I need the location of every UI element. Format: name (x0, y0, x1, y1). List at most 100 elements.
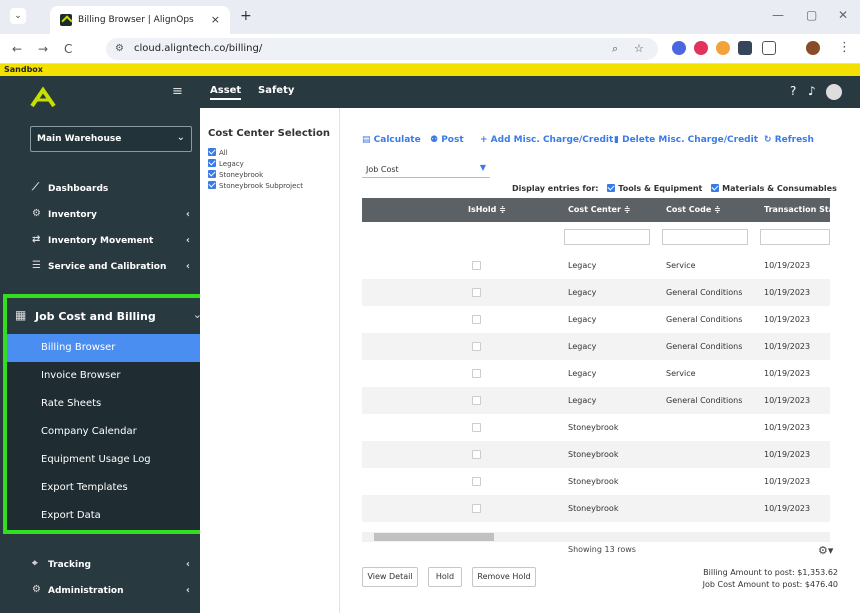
alignops-logo[interactable] (28, 86, 58, 108)
hold-button[interactable]: Hold (428, 567, 462, 587)
sidebar-item-job-cost-billing[interactable]: ▦ Job Cost and Billing ⌄ (7, 298, 212, 334)
checkbox-materials-consumables[interactable] (711, 184, 720, 192)
add-misc-charge-button[interactable]: + Add Misc. Charge/Credit (480, 135, 613, 145)
maximize-icon[interactable]: ▢ (806, 8, 817, 22)
user-avatar[interactable] (826, 84, 842, 100)
extension-icon-4[interactable] (738, 41, 752, 55)
submenu-rate-sheets[interactable]: Rate Sheets (7, 390, 212, 418)
horizontal-scroll-thumb[interactable] (374, 533, 494, 541)
ishold-checkbox[interactable] (472, 369, 481, 378)
url-text[interactable]: cloud.aligntech.co/billing/ (134, 43, 262, 54)
table-row[interactable]: Stoneybrook 10/19/2023 (362, 414, 830, 441)
browser-tab[interactable]: Billing Browser | AlignOps × (50, 6, 230, 34)
sidebar-item-tracking[interactable]: ⌖ Tracking ‹ (30, 554, 190, 576)
app-header: Asset Safety ? ♪ (200, 76, 860, 108)
transaction-date-cell: 10/19/2023 (764, 423, 811, 432)
close-window-icon[interactable]: ✕ (838, 8, 848, 22)
table-row[interactable]: Legacy Service 10/19/2023 (362, 360, 830, 387)
column-header-cost-center[interactable]: Cost Center ≑ (568, 205, 630, 214)
table-row[interactable]: Legacy General Conditions 10/19/2023 (362, 387, 830, 414)
cost-center-option-all[interactable]: All (208, 148, 228, 157)
ishold-checkbox[interactable] (472, 423, 481, 432)
new-tab-button[interactable]: + (240, 8, 252, 24)
submenu-export-data[interactable]: Export Data (7, 502, 212, 530)
ishold-checkbox[interactable] (472, 288, 481, 297)
transaction-date-cell: 10/19/2023 (764, 342, 811, 351)
column-header-cost-code[interactable]: Cost Code ≑ (666, 205, 721, 214)
table-row[interactable]: Stoneybrook 10/19/2023 (362, 468, 830, 495)
checkbox-tools-equipment[interactable] (607, 184, 616, 192)
transaction-date-cell: 10/19/2023 (764, 450, 811, 459)
ishold-checkbox[interactable] (472, 477, 481, 486)
sidebar-item-administration[interactable]: ⚙ Administration ‹ (30, 580, 190, 602)
calculate-button[interactable]: ▤ Calculate (362, 135, 421, 145)
tab-search-button[interactable]: ⌄ (10, 8, 26, 24)
ishold-checkbox[interactable] (472, 396, 481, 405)
submenu-equipment-usage-log[interactable]: Equipment Usage Log (7, 446, 212, 474)
table-row[interactable]: Legacy General Conditions 10/19/2023 (362, 306, 830, 333)
table-row[interactable]: Stoneybrook 10/19/2023 (362, 441, 830, 468)
refresh-button[interactable]: ↻ Refresh (764, 135, 814, 145)
table-row[interactable]: Stoneybrook 10/19/2023 (362, 495, 830, 522)
cost-code-cell: General Conditions (666, 315, 743, 324)
checkbox-checked[interactable] (208, 181, 216, 189)
trash-icon: ▮ (614, 135, 623, 145)
extension-icon-1[interactable] (672, 41, 686, 55)
column-header-ishold[interactable]: IsHold ≑ (468, 205, 506, 214)
ishold-checkbox[interactable] (472, 450, 481, 459)
ishold-checkbox[interactable] (472, 342, 481, 351)
extension-icon-2[interactable] (694, 41, 708, 55)
post-button[interactable]: ⚉ Post (430, 135, 464, 145)
table-row[interactable]: Legacy General Conditions 10/19/2023 (362, 333, 830, 360)
column-header-transaction-status[interactable]: Transaction Sta (764, 205, 830, 214)
submenu-billing-browser[interactable]: Billing Browser (7, 334, 212, 362)
help-icon[interactable]: ? (790, 84, 796, 98)
forward-icon[interactable]: → (38, 42, 48, 56)
close-tab-icon[interactable]: × (211, 13, 220, 26)
site-settings-icon[interactable]: ⚙ (115, 43, 124, 54)
cost-center-option-stoneybrook-subproject[interactable]: Stoneybrook Subproject (208, 181, 303, 190)
bell-icon[interactable]: ♪ (808, 84, 816, 98)
sidebar-item-inventory[interactable]: ⚙ Inventory ‹ (30, 204, 190, 226)
table-row[interactable]: Legacy Service 10/19/2023 (362, 252, 830, 279)
cost-center-cell: Legacy (568, 342, 597, 351)
submenu-export-templates[interactable]: Export Templates (7, 474, 212, 502)
checkbox-checked[interactable] (208, 159, 216, 167)
minimize-icon[interactable]: — (772, 8, 784, 22)
table-row[interactable]: Legacy General Conditions 10/19/2023 (362, 279, 830, 306)
transaction-status-filter[interactable] (760, 229, 830, 245)
profile-avatar[interactable] (806, 41, 820, 55)
hamburger-menu-icon[interactable]: ≡ (172, 84, 183, 99)
ishold-checkbox[interactable] (472, 504, 481, 513)
reload-icon[interactable]: C (64, 42, 72, 56)
sidebar-item-service-calibration[interactable]: ☰ Service and Calibration ‹ (30, 256, 190, 278)
remove-hold-button[interactable]: Remove Hold (472, 567, 536, 587)
view-detail-button[interactable]: View Detail (362, 567, 418, 587)
cost-center-filter[interactable] (564, 229, 650, 245)
horizontal-scrollbar[interactable] (362, 532, 830, 542)
warehouse-select[interactable]: Main Warehouse ⌄ (30, 126, 192, 152)
checkbox-checked[interactable] (208, 148, 216, 156)
ishold-checkbox[interactable] (472, 261, 481, 270)
submenu-invoice-browser[interactable]: Invoice Browser (7, 362, 212, 390)
cost-center-option-legacy[interactable]: Legacy (208, 159, 244, 168)
cost-center-option-stoneybrook[interactable]: Stoneybrook (208, 170, 263, 179)
address-bar[interactable]: ⚙ cloud.aligntech.co/billing/ ⌕ ☆ (106, 38, 658, 60)
cost-code-filter[interactable] (662, 229, 748, 245)
extensions-puzzle-icon[interactable] (762, 41, 776, 55)
checkbox-checked[interactable] (208, 170, 216, 178)
zoom-icon[interactable]: ⌕ (612, 42, 618, 56)
extension-icon-3[interactable] (716, 41, 730, 55)
browser-menu-icon[interactable]: ⋮ (838, 40, 851, 55)
sidebar-item-dashboards[interactable]: ⟋ Dashboards (30, 178, 190, 200)
tab-safety[interactable]: Safety (258, 85, 294, 96)
sidebar-item-inventory-movement[interactable]: ⇄ Inventory Movement ‹ (30, 230, 190, 252)
back-icon[interactable]: ← (12, 42, 22, 56)
delete-misc-charge-button[interactable]: ▮ Delete Misc. Charge/Credit (614, 135, 758, 145)
gear-icon[interactable]: ⚙▾ (818, 544, 833, 557)
ishold-checkbox[interactable] (472, 315, 481, 324)
tab-asset[interactable]: Asset (210, 85, 242, 100)
submenu-company-calendar[interactable]: Company Calendar (7, 418, 212, 446)
job-cost-select[interactable]: Job Cost ▼ (362, 160, 490, 178)
bookmark-star-icon[interactable]: ☆ (634, 42, 644, 55)
